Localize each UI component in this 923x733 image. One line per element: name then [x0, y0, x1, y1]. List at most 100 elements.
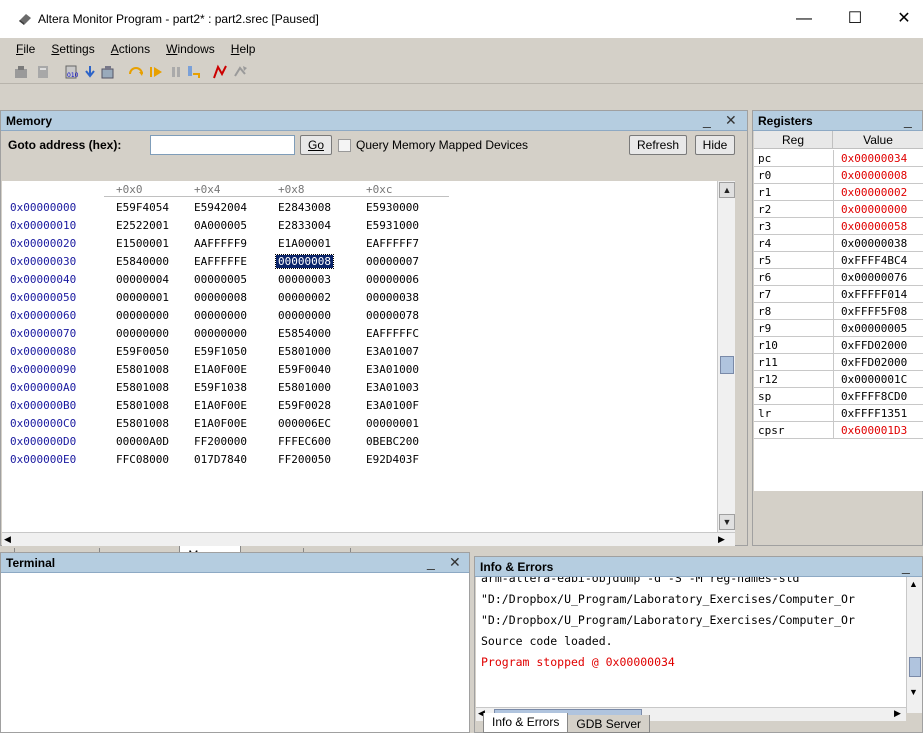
- compile-icon[interactable]: [100, 64, 116, 80]
- load-icon[interactable]: [82, 64, 98, 80]
- disconnect-icon[interactable]: [36, 64, 52, 80]
- memory-cell[interactable]: EAFFFFFC: [366, 327, 419, 340]
- memory-cell[interactable]: E1500001: [116, 237, 169, 250]
- memory-cell[interactable]: E2522001: [116, 219, 169, 232]
- memory-cell[interactable]: EAFFFFF7: [366, 237, 419, 250]
- memory-cell[interactable]: E1A0F00E: [194, 399, 247, 412]
- memory-cell[interactable]: E5840000: [116, 255, 169, 268]
- terminal-minimize-icon[interactable]: _: [427, 554, 435, 570]
- memory-cell[interactable]: E5931000: [366, 219, 419, 232]
- memory-cell[interactable]: E5801000: [278, 381, 331, 394]
- restart-icon[interactable]: [232, 64, 248, 80]
- register-value[interactable]: 0xFFD02000: [841, 339, 907, 352]
- memory-close-icon[interactable]: ✕: [725, 112, 737, 129]
- memory-cell[interactable]: E5801008: [116, 363, 169, 376]
- memory-cell[interactable]: E59F0050: [116, 345, 169, 358]
- memory-cell[interactable]: 00000003: [278, 273, 331, 286]
- scroll-right-icon[interactable]: ▶: [894, 708, 901, 719]
- memory-cell[interactable]: E3A01003: [366, 381, 419, 394]
- memory-cell[interactable]: 00000038: [366, 291, 419, 304]
- breakpoint-icon[interactable]: [212, 64, 228, 80]
- memory-cell[interactable]: 00000008: [194, 291, 247, 304]
- menu-settings[interactable]: Settings: [49, 42, 96, 56]
- memory-cell[interactable]: E3A01000: [366, 363, 419, 376]
- memory-cell[interactable]: FF200050: [278, 453, 331, 466]
- memory-cell[interactable]: E92D403F: [366, 453, 419, 466]
- info-log[interactable]: arm-altera-eabi-objdump -d -S -M reg-nam…: [476, 577, 906, 707]
- register-value[interactable]: 0x00000034: [841, 152, 907, 165]
- memory-cell[interactable]: E2843008: [278, 201, 331, 214]
- memory-cell[interactable]: 00000000: [116, 309, 169, 322]
- memory-cell[interactable]: 00000004: [116, 273, 169, 286]
- memory-cell[interactable]: E59F0028: [278, 399, 331, 412]
- memory-cell[interactable]: AAFFFFF9: [194, 237, 247, 250]
- memory-cell[interactable]: E1A0F00E: [194, 417, 247, 430]
- register-value[interactable]: 0xFFFF8CD0: [841, 390, 907, 403]
- memory-cell[interactable]: E1A00001: [278, 237, 331, 250]
- register-value[interactable]: 0x600001D3: [841, 424, 907, 437]
- register-value[interactable]: 0xFFFFF014: [841, 288, 907, 301]
- memory-cell[interactable]: E3A0100F: [366, 399, 419, 412]
- register-value[interactable]: 0x00000058: [841, 220, 907, 233]
- register-value[interactable]: 0xFFD02000: [841, 356, 907, 369]
- memory-cell[interactable]: E59F1038: [194, 381, 247, 394]
- hide-button[interactable]: Hide: [695, 135, 735, 155]
- refresh-button[interactable]: Refresh: [629, 135, 687, 155]
- scroll-up-icon[interactable]: ▲: [909, 579, 918, 589]
- memory-cell[interactable]: E59F0040: [278, 363, 331, 376]
- memory-cell[interactable]: 00000001: [366, 417, 419, 430]
- memory-cell[interactable]: 00000007: [366, 255, 419, 268]
- register-value[interactable]: 0xFFFF5F08: [841, 305, 907, 318]
- memory-cell[interactable]: 00000002: [278, 291, 331, 304]
- info-vertical-scrollbar[interactable]: ▲ ▼: [906, 577, 922, 713]
- memory-cell[interactable]: 00000000: [194, 327, 247, 340]
- memory-cell[interactable]: 00000005: [194, 273, 247, 286]
- terminal-close-icon[interactable]: ✕: [449, 554, 461, 571]
- minimize-button[interactable]: —: [792, 8, 816, 30]
- step-over-icon[interactable]: [128, 64, 144, 80]
- pause-icon[interactable]: [168, 64, 184, 80]
- memory-cell[interactable]: E5801008: [116, 381, 169, 394]
- scroll-thumb[interactable]: [720, 356, 734, 374]
- close-button[interactable]: ✕: [892, 8, 916, 30]
- scroll-thumb[interactable]: [909, 657, 921, 677]
- menu-file[interactable]: File: [14, 42, 37, 56]
- scroll-down-icon[interactable]: ▼: [719, 514, 735, 530]
- memory-cell[interactable]: E5801008: [116, 399, 169, 412]
- memory-cell[interactable]: 00000000: [278, 309, 331, 322]
- terminal-output[interactable]: [1, 573, 469, 732]
- continue-icon[interactable]: [148, 64, 164, 80]
- register-value[interactable]: 0x00000038: [841, 237, 907, 250]
- register-value[interactable]: 0x00000076: [841, 271, 907, 284]
- memory-cell[interactable]: 00000008: [275, 254, 334, 269]
- memory-cell[interactable]: FFFEC600: [278, 435, 331, 448]
- connect-icon[interactable]: [14, 64, 30, 80]
- query-memory-checkbox[interactable]: [338, 139, 351, 152]
- menu-help[interactable]: Help: [229, 42, 258, 56]
- menu-actions[interactable]: Actions: [109, 42, 152, 56]
- scroll-down-icon[interactable]: ▼: [909, 687, 918, 697]
- register-value[interactable]: 0x0000001C: [841, 373, 907, 386]
- register-value[interactable]: 0x00000005: [841, 322, 907, 335]
- register-value[interactable]: 0x00000008: [841, 169, 907, 182]
- memory-cell[interactable]: E1A0F00E: [194, 363, 247, 376]
- memory-grid[interactable]: +0x0 +0x4 +0x8 +0xc 0x00000000 E59F4054 E5…: [2, 181, 717, 532]
- memory-cell[interactable]: E2833004: [278, 219, 331, 232]
- memory-cell[interactable]: E5801000: [278, 345, 331, 358]
- register-value[interactable]: 0xFFFF1351: [841, 407, 907, 420]
- memory-cell[interactable]: 000006EC: [278, 417, 331, 430]
- memory-cell[interactable]: 00000000: [194, 309, 247, 322]
- memory-cell[interactable]: E59F1050: [194, 345, 247, 358]
- register-value[interactable]: 0x00000000: [841, 203, 907, 216]
- memory-cell[interactable]: E59F4054: [116, 201, 169, 214]
- registers-minimize-icon[interactable]: _: [904, 112, 912, 128]
- memory-minimize-icon[interactable]: _: [703, 112, 711, 128]
- memory-cell[interactable]: 0BEBC200: [366, 435, 419, 448]
- info-minimize-icon[interactable]: _: [902, 558, 910, 574]
- go-button[interactable]: Go: [300, 135, 332, 155]
- memory-cell[interactable]: E5930000: [366, 201, 419, 214]
- memory-cell[interactable]: 017D7840: [194, 453, 247, 466]
- memory-horizontal-scrollbar[interactable]: ◀ ▶: [2, 532, 735, 546]
- memory-cell[interactable]: EAFFFFFE: [194, 255, 247, 268]
- memory-cell[interactable]: E3A01007: [366, 345, 419, 358]
